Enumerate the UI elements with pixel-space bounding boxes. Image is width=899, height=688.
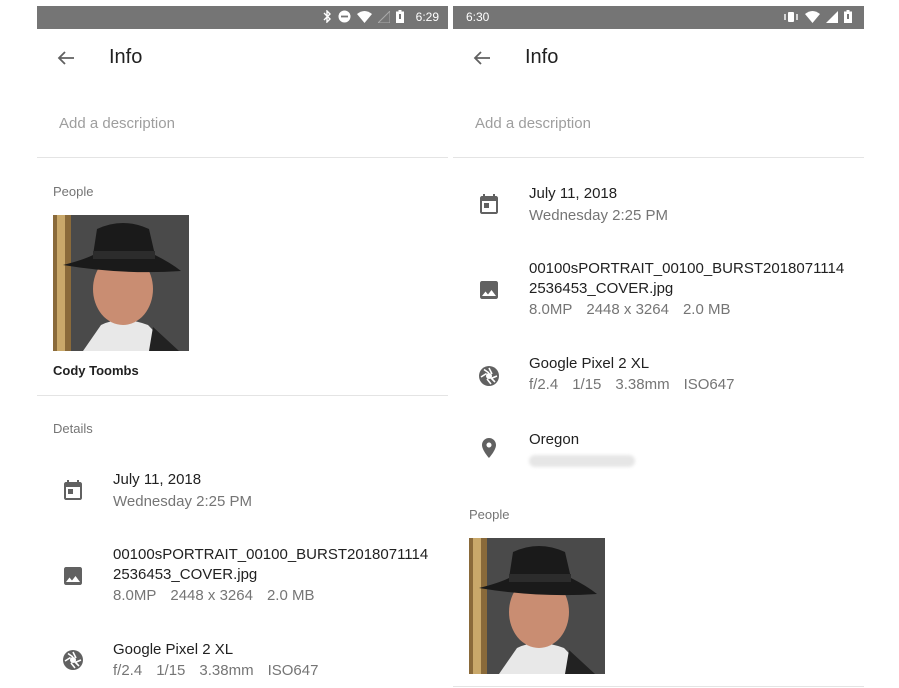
battery-icon [844, 10, 852, 23]
description-input[interactable] [475, 110, 835, 136]
details-section-label: Details [53, 421, 93, 436]
megapixels: 8.0MP [113, 587, 157, 604]
megapixels: 8.0MP [529, 301, 573, 318]
file-meta: 8.0MP 2448 x 3264 2.0 MB [529, 301, 744, 318]
redacted-address [529, 455, 635, 467]
info-screen-right: 6:30 Info July 11, 2018 Wednesday 2:25 P… [453, 0, 864, 688]
wifi-icon [805, 10, 820, 23]
file-size: 2.0 MB [682, 301, 731, 318]
focal-length: 3.38mm [199, 662, 254, 679]
image-icon [480, 281, 498, 299]
battery-icon [396, 10, 404, 23]
person-portrait-image [53, 215, 189, 351]
info-screen-left: 6:29 Info People Cody Toombs Details Jul… [37, 0, 448, 688]
camera-meta: f/2.4 1/15 3.38mm ISO647 [113, 662, 332, 679]
calendar-icon [480, 194, 498, 214]
aperture: f/2.4 [529, 376, 559, 393]
wifi-icon [357, 10, 372, 23]
status-time: 6:30 [466, 10, 490, 24]
file-name-line2: 2536453_COVER.jpg [113, 566, 258, 583]
day-time-text: Wednesday 2:25 PM [113, 493, 252, 510]
date-text: July 11, 2018 [529, 185, 618, 202]
calendar-icon [64, 480, 82, 500]
date-text: July 11, 2018 [113, 471, 202, 488]
camera-model: Google Pixel 2 XL [529, 355, 650, 372]
signal-icon [378, 10, 390, 23]
resolution: 2448 x 3264 [586, 301, 669, 318]
people-section-label: People [53, 184, 94, 199]
file-name-line1: 00100sPORTRAIT_00100_BURST2018071114 [529, 260, 845, 277]
aperture: f/2.4 [113, 662, 143, 679]
resolution: 2448 x 3264 [170, 587, 253, 604]
iso: ISO647 [267, 662, 319, 679]
page-title: Info [525, 46, 559, 68]
divider [37, 395, 448, 396]
back-arrow-icon [57, 51, 74, 65]
person-photo[interactable] [53, 215, 189, 351]
status-bar: 6:29 [37, 6, 448, 29]
shutter-speed: 1/15 [572, 376, 602, 393]
divider [453, 157, 864, 158]
location-pin-icon [482, 438, 496, 458]
do-not-disturb-icon [338, 10, 351, 23]
person-name: Cody Toombs [53, 363, 139, 378]
shutter-speed: 1/15 [156, 662, 186, 679]
camera-model: Google Pixel 2 XL [113, 641, 234, 658]
back-button[interactable] [53, 45, 79, 71]
person-photo[interactable] [469, 538, 605, 674]
back-button[interactable] [469, 45, 495, 71]
divider [453, 686, 864, 687]
description-input[interactable] [59, 110, 419, 136]
file-meta: 8.0MP 2448 x 3264 2.0 MB [113, 587, 328, 604]
page-title: Info [109, 46, 143, 68]
camera-meta: f/2.4 1/15 3.38mm ISO647 [529, 376, 748, 393]
iso: ISO647 [683, 376, 735, 393]
aperture-icon [479, 366, 499, 386]
status-icons [783, 10, 852, 23]
file-name-line2: 2536453_COVER.jpg [529, 280, 674, 297]
vibrate-icon [783, 11, 799, 23]
status-bar: 6:30 [453, 6, 864, 29]
status-time: 6:29 [415, 10, 439, 24]
file-size: 2.0 MB [266, 587, 315, 604]
location-name: Oregon [529, 431, 580, 448]
divider [37, 157, 448, 158]
day-time-text: Wednesday 2:25 PM [529, 207, 668, 224]
person-portrait-image [469, 538, 605, 674]
focal-length: 3.38mm [615, 376, 670, 393]
people-section-label: People [469, 507, 510, 522]
bluetooth-icon [322, 10, 332, 23]
image-icon [64, 567, 82, 585]
file-name-line1: 00100sPORTRAIT_00100_BURST2018071114 [113, 546, 429, 563]
aperture-icon [63, 650, 83, 670]
status-icons [322, 10, 404, 23]
back-arrow-icon [473, 51, 490, 65]
signal-icon [826, 10, 838, 23]
